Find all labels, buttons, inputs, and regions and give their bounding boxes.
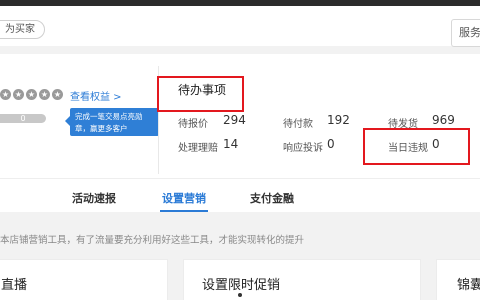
active-tab-indicator bbox=[160, 210, 208, 212]
violation-highlight-box bbox=[363, 128, 470, 165]
card-live[interactable]: 直播 bbox=[0, 259, 168, 300]
todo-value-payment[interactable]: 192 bbox=[327, 113, 350, 127]
marketing-tip: 本店铺营销工具，有了流量要充分利用好这些工具，才能实现转化的提升 bbox=[0, 235, 305, 246]
cursor-dot bbox=[238, 293, 242, 297]
star-icon: ★ bbox=[26, 89, 37, 100]
card-tips[interactable]: 锦囊 bbox=[436, 259, 480, 300]
star-icon: ★ bbox=[13, 89, 24, 100]
card-title-tips: 锦囊 bbox=[457, 278, 480, 293]
todo-value-shipping[interactable]: 969 bbox=[432, 113, 455, 127]
tab-marketing-settings[interactable]: 设置营销 bbox=[162, 190, 206, 206]
todo-value-quote[interactable]: 294 bbox=[223, 113, 246, 127]
card-flash-sale[interactable]: 设置限时促销 bbox=[183, 259, 421, 300]
view-rights-link[interactable]: 查看权益 > bbox=[70, 88, 122, 103]
todo-value-complaints[interactable]: 0 bbox=[327, 137, 335, 151]
card-title-flash-sale: 设置限时促销 bbox=[202, 278, 281, 293]
star-icon: ★ bbox=[0, 89, 11, 100]
header-bar: 为买家 服务 bbox=[0, 6, 480, 47]
buyer-tag[interactable]: 为买家 bbox=[0, 20, 45, 39]
star-icon: ★ bbox=[52, 89, 63, 100]
star-icon: ★ bbox=[39, 89, 50, 100]
todo-value-claims[interactable]: 14 bbox=[223, 137, 238, 151]
progress-bar: 0 bbox=[0, 114, 46, 123]
todo-label-claims[interactable]: 处理理赔 bbox=[178, 139, 218, 154]
service-button[interactable]: 服务 bbox=[451, 19, 480, 47]
card-title-live: 直播 bbox=[1, 278, 28, 293]
tab-payment-finance[interactable]: 支付金融 bbox=[250, 190, 294, 206]
tab-bar: 活动速报 设置营销 支付金融 bbox=[0, 178, 480, 212]
rating-stars: ★ ★ ★ ★ ★ bbox=[0, 89, 63, 100]
tab-activity-report[interactable]: 活动速报 bbox=[72, 190, 116, 206]
todo-label-complaints[interactable]: 响应投诉 bbox=[283, 139, 323, 154]
todo-label-payment[interactable]: 待付款 bbox=[283, 115, 313, 130]
medal-tooltip: 完成一笔交易点亮勋章，赢更多客户 bbox=[65, 108, 159, 136]
todo-highlight-box bbox=[157, 76, 244, 112]
todo-label-quote[interactable]: 待报价 bbox=[178, 115, 208, 130]
